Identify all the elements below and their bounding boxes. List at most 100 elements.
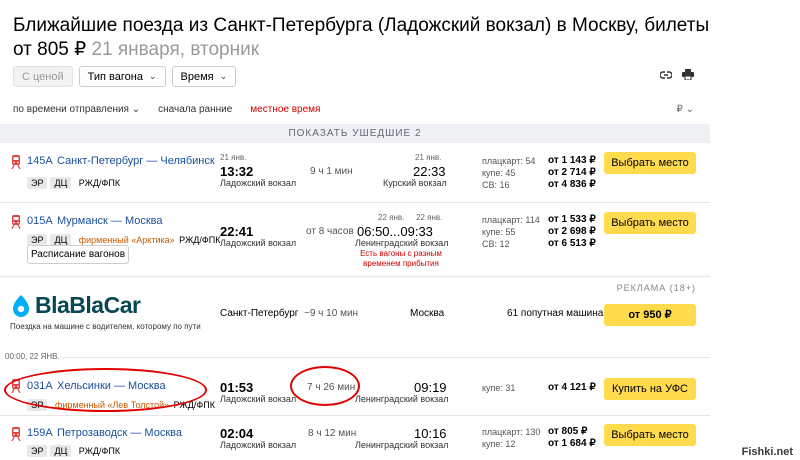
arrival-time: 10:16 (414, 426, 447, 441)
departure-time: 13:32 (220, 164, 254, 179)
filter-bar: С ценой Тип вагона ⌄ Время ⌄ (13, 66, 237, 88)
price: от 4 121 ₽ (548, 382, 596, 393)
wagon-type-label: Тип вагона (87, 70, 143, 83)
sort-bar: по времени отправления ⌄ сначала ранние … (13, 104, 320, 115)
arrival-date: 22 янв. (416, 213, 443, 222)
class-item: купе: 31 (482, 383, 516, 393)
currency-selector[interactable]: ₽ ⌄ (676, 104, 694, 115)
choose-seat-button[interactable]: Выбрать место (604, 212, 696, 234)
sort-by-departure[interactable]: по времени отправления ⌄ (13, 104, 140, 115)
price: от 4 836 ₽ (548, 179, 596, 190)
buy-ufs-button[interactable]: Купить на УФС (604, 378, 696, 400)
arrival-date: 22 янв. (378, 213, 405, 222)
arrival-time: 22:33 (413, 164, 446, 179)
choose-seat-button[interactable]: Выбрать место (604, 152, 696, 174)
departure-time: 22:41 (220, 224, 254, 239)
tag-er: ЭР (27, 177, 48, 189)
date-separator: 00:00, 22 ЯНВ. (5, 352, 60, 361)
ad-duration: ~9 ч 10 мин (304, 308, 359, 319)
ad-label: РЕКЛАМА (18+) (616, 283, 696, 293)
price: от 1 143 ₽ (548, 155, 596, 166)
watermark: Fishki.net (738, 446, 796, 458)
class-item: СВ: 12 (482, 239, 510, 249)
time-label: Время (180, 70, 214, 83)
print-icon[interactable] (682, 68, 694, 83)
ad-cars: 61 попутная машина (507, 308, 604, 319)
duration: от 8 часов (306, 226, 354, 237)
carrier: РЖД/ФПК (78, 446, 121, 456)
separator-line (60, 357, 710, 358)
blablacar-price-button[interactable]: от 950 ₽ (604, 304, 696, 326)
train-tags: ЭР ДЦ РЖД/ФПК (27, 173, 120, 191)
page-title: Ближайшие поезда из Санкт-Петербурга (Ла… (13, 15, 710, 36)
annotation-oval (290, 366, 360, 406)
tag-dc: ДЦ (50, 445, 72, 457)
class-item: плацкарт: 54 (482, 156, 536, 166)
wagon-schedule-button[interactable]: Расписание вагонов (27, 245, 129, 264)
train-route[interactable]: Петрозаводск — Москва (57, 427, 182, 439)
tag-er: ЭР (27, 445, 48, 457)
chevron-down-icon: ⌄ (148, 71, 157, 81)
class-item: купе: 55 (482, 227, 516, 237)
departure-station: Ладожский вокзал (220, 440, 297, 450)
train-number[interactable]: 015А (27, 215, 53, 227)
class-item: плацкарт: 114 (482, 215, 540, 225)
time-dropdown[interactable]: Время ⌄ (171, 66, 237, 87)
departure-station: Ладожский вокзал (220, 178, 297, 188)
carrier: РЖД/ФПК (179, 235, 221, 245)
price-filter-button[interactable]: С ценой (13, 66, 73, 87)
sort-order[interactable]: сначала ранние (158, 104, 232, 115)
tag-dc: ДЦ (50, 177, 72, 189)
train-number[interactable]: 159А (27, 427, 53, 439)
show-departed-button[interactable]: ПОКАЗАТЬ УШЕДШИЕ 2 (0, 124, 710, 143)
arrival-station: Ленинградский вокзал (355, 440, 449, 450)
wagon-type-dropdown[interactable]: Тип вагона ⌄ (78, 66, 166, 87)
ad-to: Москва (410, 308, 445, 319)
price: от 1 533 ₽ (548, 214, 596, 225)
duration: 9 ч 1 мин (310, 166, 353, 177)
min-price: от 805 ₽ (13, 39, 87, 60)
train-tags: ЭР ДЦ РЖД/ФПК (27, 441, 120, 459)
blablacar-logo[interactable]: BlaBlaCar (10, 292, 141, 319)
share-link-icon[interactable] (659, 68, 673, 83)
blablacar-brand: BlaBlaCar (35, 292, 141, 318)
annotation-oval (4, 368, 207, 412)
arrival-time: 06:50...09:33 (357, 224, 433, 239)
travel-date[interactable]: 21 января, вторник (91, 39, 259, 60)
arrival-date: 21 янв. (415, 153, 442, 162)
train-icon (11, 155, 21, 169)
departure-time: 02:04 (220, 426, 254, 441)
local-time-toggle[interactable]: местное время (250, 104, 320, 115)
price: от 805 ₽ (548, 426, 588, 437)
price: от 2 714 ₽ (548, 167, 596, 178)
departure-date: 21 янв. (220, 153, 247, 162)
train-route[interactable]: Санкт-Петербург — Челябинск (57, 155, 215, 167)
choose-seat-button[interactable]: Выбрать место (604, 424, 696, 446)
train-row: 159А Петрозаводск — Москва ЭР ДЦ РЖД/ФПК … (0, 416, 710, 460)
carrier: РЖД/ФПК (78, 178, 121, 188)
ad-subtitle: Поездка на машине с водителем, которому … (10, 322, 201, 331)
train-route[interactable]: Мурманск — Москва (57, 215, 163, 227)
departure-station: Ладожский вокзал (220, 394, 297, 404)
price: от 1 684 ₽ (548, 438, 596, 449)
price: от 2 698 ₽ (548, 226, 596, 237)
arrival-station: Ленинградский вокзал (355, 394, 449, 404)
class-item: СВ: 16 (482, 180, 510, 190)
chevron-down-icon: ⌄ (219, 71, 228, 81)
departure-station: Ладожский вокзал (220, 238, 297, 248)
class-item: купе: 45 (482, 168, 516, 178)
page: Ближайшие поезда из Санкт-Петербурга (Ла… (0, 0, 800, 460)
arrival-station: Ленинградский вокзал (355, 238, 449, 248)
departure-time: 01:53 (220, 380, 254, 395)
train-row: 015А Мурманск — Москва ЭР ДЦ фирменный «А… (0, 203, 710, 277)
train-icon (11, 427, 21, 441)
duration: 8 ч 12 мин (308, 428, 357, 439)
price: от 6 513 ₽ (548, 238, 596, 249)
train-number[interactable]: 145А (27, 155, 53, 167)
arrival-warning: Есть вагоны с разным временем прибытия (360, 249, 442, 268)
blablacar-icon (13, 294, 29, 317)
train-icon (11, 215, 21, 229)
class-item: купе: 12 (482, 439, 516, 449)
brand-name: фирменный «Арктика» (78, 235, 175, 245)
ad-from: Санкт-Петербург (220, 308, 299, 319)
